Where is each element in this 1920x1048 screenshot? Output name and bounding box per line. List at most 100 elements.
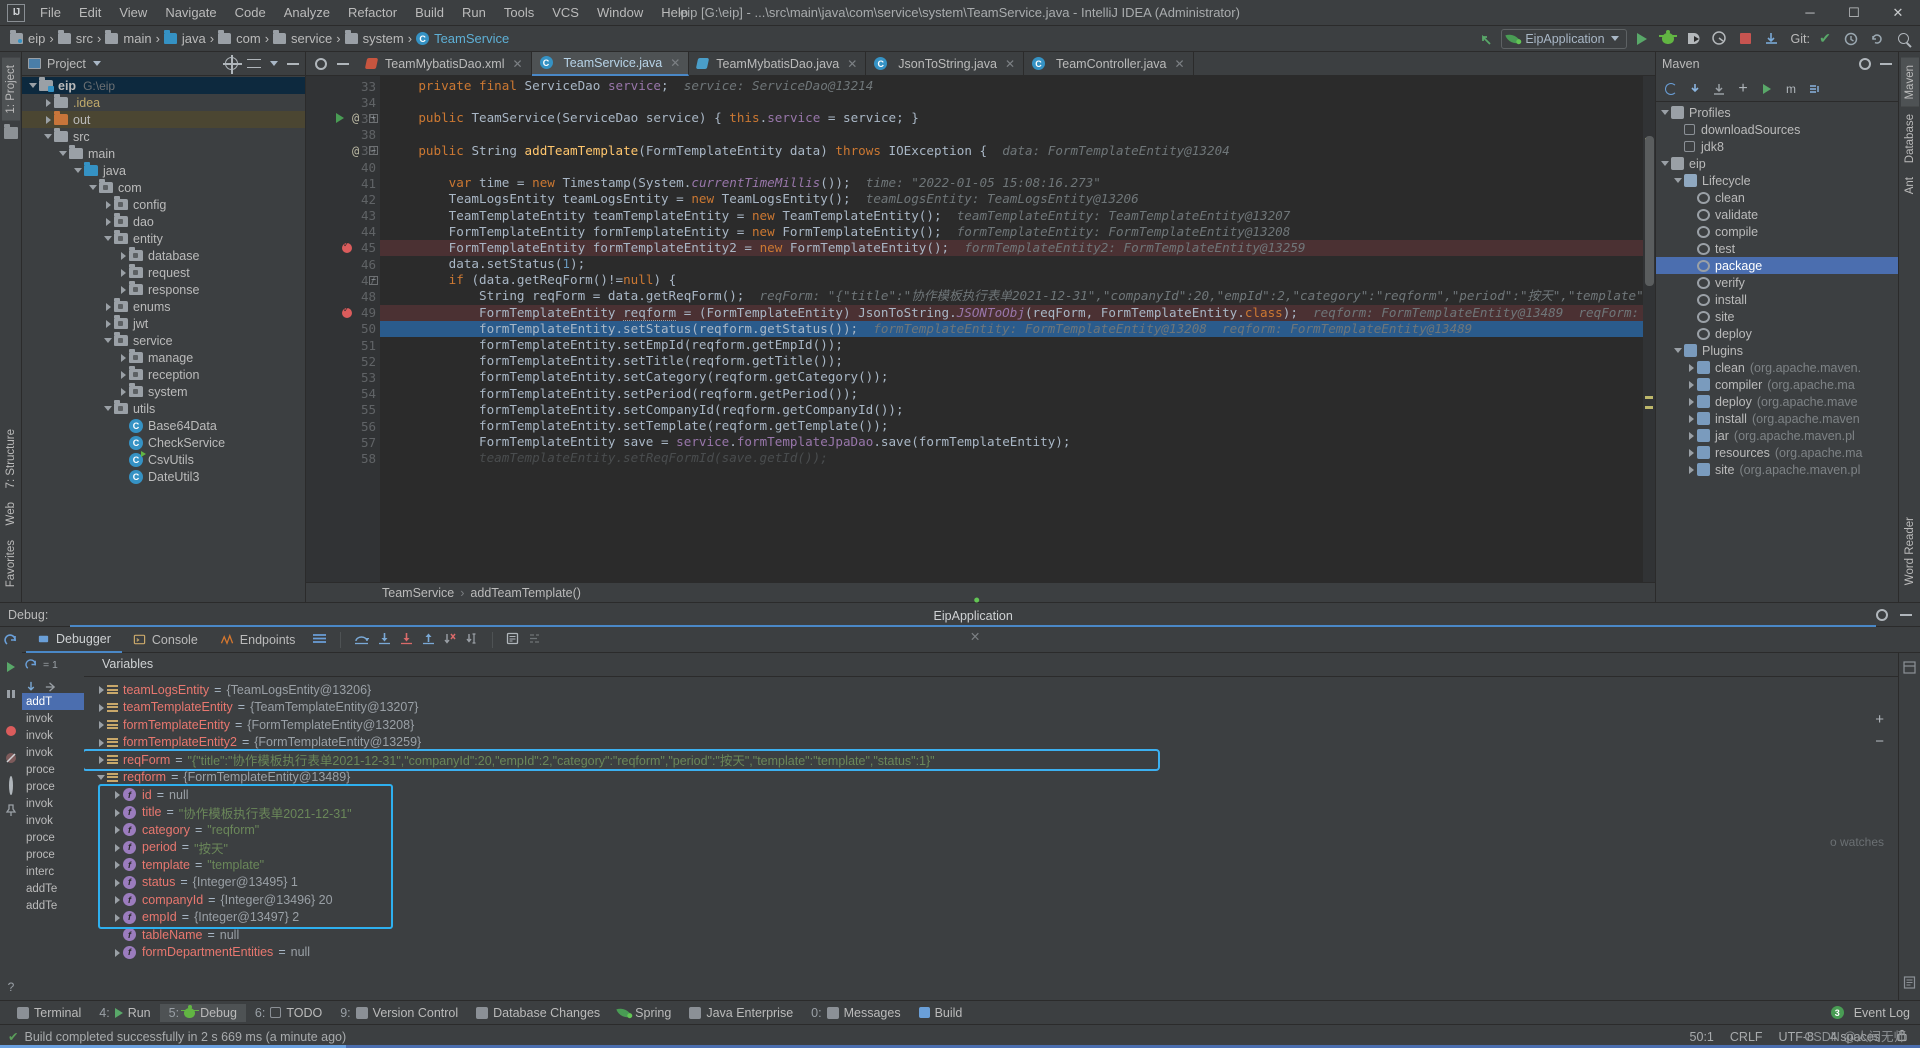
gutter-line-34[interactable]: 34 [306, 94, 380, 110]
variable-row-category[interactable]: f category = "reqform" [84, 821, 1898, 839]
chevron-right-icon[interactable] [118, 369, 129, 380]
breadcrumb-item-src[interactable]: src [54, 29, 97, 48]
menu-item-run[interactable]: Run [453, 2, 495, 23]
breadcrumb-item-com[interactable]: com [214, 29, 265, 48]
stack-frame[interactable]: proce [22, 829, 84, 846]
gear-icon[interactable] [1859, 58, 1871, 70]
tab-endpoints[interactable]: Endpoints [209, 627, 307, 653]
chevron-down-icon[interactable] [58, 148, 69, 159]
hide-icon[interactable] [337, 62, 349, 65]
close-icon[interactable]: ✕ [512, 57, 522, 71]
gutter-line-55[interactable]: 55 [306, 402, 380, 418]
code-line-43[interactable]: TeamTemplateEntity teamTemplateEntity = … [380, 208, 1655, 224]
tree-node-response[interactable]: response [22, 281, 305, 298]
code-line-48[interactable]: String reqForm = data.getReqForm(); reqF… [380, 288, 1655, 304]
code-line-45[interactable]: FormTemplateEntity formTemplateEntity2 =… [380, 239, 1655, 257]
variable-row-tableName[interactable]: f tableName = null [84, 926, 1898, 944]
tab-variables[interactable]: Variables [94, 653, 161, 677]
add-maven-project-button[interactable]: + [1733, 79, 1753, 99]
code-editor[interactable]: 3334@+3538@−3940414243444546−47484950515… [306, 76, 1655, 582]
debug-button[interactable] [1657, 28, 1679, 50]
tree-node-utils[interactable]: utils [22, 400, 305, 417]
gutter-line-35[interactable]: @ +35 [306, 110, 380, 126]
resume-icon[interactable] [4, 660, 18, 677]
toolwindow-button-messages[interactable]: 0: Messages [802, 1004, 909, 1022]
chevron-down-icon[interactable] [28, 80, 39, 91]
menu-item-edit[interactable]: Edit [70, 2, 110, 23]
sidebar-item-project[interactable]: 1: Project [1, 58, 20, 121]
maven-node-eip[interactable]: eip [1656, 155, 1898, 172]
maven-node-clean[interactable]: clean [1656, 189, 1898, 206]
maven-node-downloadsources[interactable]: downloadSources [1656, 121, 1898, 138]
chevron-right-icon[interactable] [112, 789, 123, 800]
chevron-right-icon[interactable] [103, 216, 114, 227]
chevron-right-icon[interactable] [118, 386, 129, 397]
variable-row-formDepartmentEntities[interactable]: f formDepartmentEntities = null [84, 944, 1898, 962]
chevron-right-icon[interactable] [1686, 379, 1697, 390]
variable-row-companyId[interactable]: f companyId = {Integer@13496} 20 [84, 891, 1898, 909]
gear-icon[interactable] [315, 57, 327, 70]
chevron-down-icon[interactable] [103, 403, 114, 414]
code-line-34[interactable] [380, 94, 1655, 110]
pause-icon[interactable] [4, 687, 18, 704]
run-to-cursor-icon[interactable] [466, 632, 479, 648]
breadcrumb-item-service[interactable]: service [269, 29, 336, 48]
chevron-right-icon[interactable] [96, 737, 107, 748]
generate-sources-button[interactable] [1685, 79, 1705, 99]
remove-watch-icon[interactable]: − [1875, 733, 1884, 750]
chevron-down-icon[interactable] [1660, 107, 1671, 118]
code-line-46[interactable]: data.setStatus(1); [380, 256, 1655, 272]
gutter-line-53[interactable]: 53 [306, 369, 380, 385]
layout-settings-icon[interactable] [528, 632, 541, 648]
chevron-down-icon[interactable] [88, 182, 99, 193]
chevron-down-icon[interactable] [1673, 175, 1684, 186]
gutter-line-52[interactable]: 52 [306, 353, 380, 369]
code-line-35[interactable]: public TeamService(ServiceDao service) {… [380, 110, 1655, 126]
variable-row-formTemplateEntity2[interactable]: formTemplateEntity2 = {FormTemplateEntity@… [84, 734, 1898, 752]
chevron-right-icon[interactable] [103, 199, 114, 210]
stack-frame[interactable]: addTe [22, 880, 84, 897]
checkbox[interactable] [1684, 141, 1695, 152]
gutter-line-39[interactable]: @ −39 [306, 143, 380, 159]
fold-expand-icon[interactable]: + [369, 113, 378, 123]
menu-item-vcs[interactable]: VCS [543, 2, 588, 23]
tree-node-out[interactable]: out [22, 111, 305, 128]
variable-row-template[interactable]: f template = "template" [84, 856, 1898, 874]
variable-row-formTemplateEntity[interactable]: formTemplateEntity = {FormTemplateEntity@1… [84, 716, 1898, 734]
chevron-right-icon[interactable] [118, 250, 129, 261]
chevron-right-icon[interactable] [112, 824, 123, 835]
debug-session-tab[interactable]: EipApplication ✕ [70, 600, 1876, 644]
sidebar-item-maven[interactable]: Maven [1900, 58, 1919, 107]
variable-row-teamLogsEntity[interactable]: teamLogsEntity = {TeamLogsEntity@13206} [84, 681, 1898, 699]
code-line-39[interactable]: public String addTeamTemplate(FormTempla… [380, 143, 1655, 159]
maven-node-site[interactable]: site (org.apache.maven.pl [1656, 461, 1898, 478]
breadcrumb-item-system[interactable]: system [341, 29, 408, 48]
select-opened-file-icon[interactable] [223, 55, 242, 74]
line-separator[interactable]: CRLF [1730, 1030, 1763, 1044]
maven-node-deploy[interactable]: deploy [1656, 325, 1898, 342]
maven-node-package[interactable]: package [1656, 257, 1898, 274]
sidebar-item-word-reader[interactable]: Word Reader [1901, 510, 1919, 592]
stack-frame[interactable]: proce [22, 761, 84, 778]
maven-node-profiles[interactable]: Profiles [1656, 104, 1898, 121]
toolwindow-button-version-control[interactable]: 9: Version Control [331, 1004, 467, 1022]
chevron-right-icon[interactable] [1686, 396, 1697, 407]
toolwindow-button-debug[interactable]: 5: Debug [159, 1003, 246, 1022]
variables-tree[interactable]: + − o watches teamLogsEntity = {TeamLogsEn… [84, 677, 1898, 1000]
code-line-40[interactable] [380, 159, 1655, 175]
editor-tab-teamservice-java[interactable]: C TeamService.java ✕ [531, 51, 690, 76]
maven-node-test[interactable]: test [1656, 240, 1898, 257]
code-line-58[interactable]: teamTemplateEntity.setReqFormId(save.get… [380, 450, 1655, 466]
show-execution-point-icon[interactable] [312, 632, 327, 648]
stack-frame[interactable]: interc [22, 863, 84, 880]
menu-item-refactor[interactable]: Refactor [339, 2, 406, 23]
hide-icon[interactable] [1880, 63, 1892, 65]
stack-frame[interactable]: invok [22, 727, 84, 744]
editor-gutter[interactable]: 3334@+3538@−3940414243444546−47484950515… [306, 76, 380, 582]
toolwindow-button-todo[interactable]: 6: TODO [246, 1004, 331, 1022]
chevron-right-icon[interactable] [112, 894, 123, 905]
toggle-offline-button[interactable] [1805, 79, 1825, 99]
frames-panel[interactable]: = 1 addT invok invok invok proce proce invok in… [22, 653, 84, 1000]
tab-console[interactable]: Console [122, 627, 209, 653]
chevron-right-icon[interactable] [112, 912, 123, 923]
